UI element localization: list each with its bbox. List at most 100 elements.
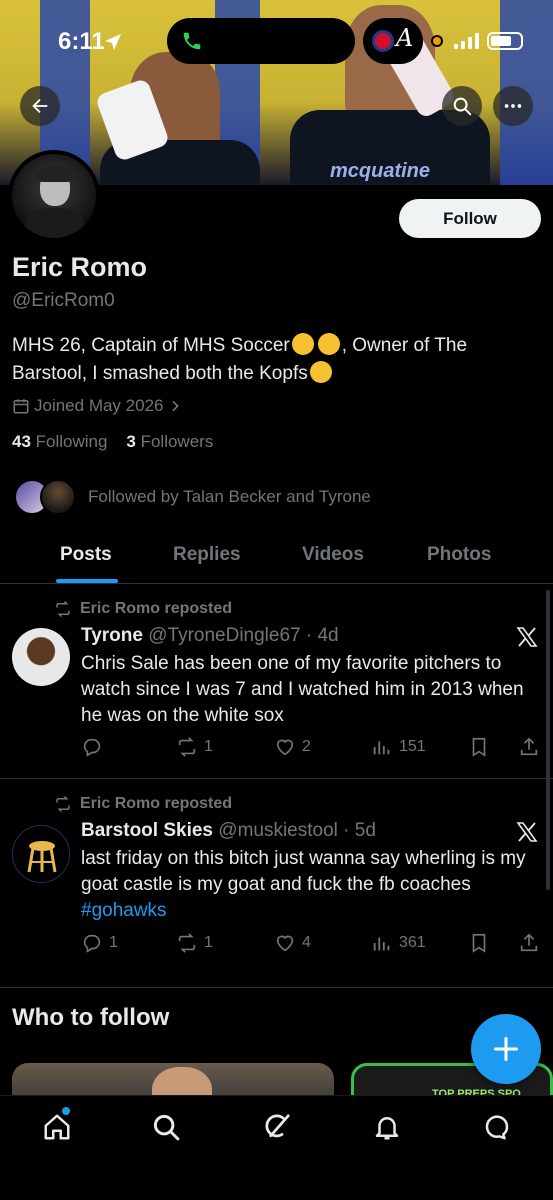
share-icon	[520, 737, 538, 756]
reply-count: 1	[109, 934, 118, 951]
plus-icon	[493, 1036, 519, 1062]
followers-link[interactable]: 3 Followers	[126, 432, 213, 451]
following-count: 43	[12, 432, 31, 451]
like-button[interactable]: 2	[274, 736, 311, 758]
repost-icon	[56, 795, 70, 813]
grok-icon[interactable]	[262, 1112, 292, 1142]
compose-post-button[interactable]	[471, 1014, 541, 1084]
clock: 6:11	[58, 28, 105, 55]
steam-face-emoji-icon	[291, 333, 314, 355]
views-icon	[373, 741, 390, 755]
post[interactable]: Eric Romo reposted Barstool Skies @muski…	[0, 780, 553, 988]
repost-button[interactable]: 1	[176, 736, 213, 758]
search-profile-button[interactable]	[442, 86, 482, 126]
bookmark-button[interactable]	[468, 932, 490, 954]
braves-logo-icon: A	[396, 24, 414, 52]
more-options-button[interactable]	[493, 86, 533, 126]
calendar-icon	[13, 399, 29, 414]
phone-call-icon[interactable]	[181, 30, 203, 52]
post-author-avatar[interactable]	[12, 825, 70, 883]
x-logo-icon	[516, 822, 538, 842]
cubs-logo-icon	[372, 30, 394, 52]
post-author-name[interactable]: Barstool Skies	[81, 820, 213, 841]
recording-indicator-icon	[431, 35, 443, 47]
repost-label: Eric Romo reposted	[80, 600, 233, 617]
repost-label: Eric Romo reposted	[80, 795, 233, 812]
post-actions: 1 2 151	[81, 736, 541, 762]
back-button[interactable]	[20, 86, 60, 126]
followed-by-row[interactable]: Followed by Talan Becker and Tyrone	[14, 476, 371, 518]
scrollbar[interactable]	[546, 590, 550, 890]
like-count: 2	[302, 738, 311, 755]
following-label: Following	[35, 432, 108, 451]
heart-icon	[276, 935, 294, 952]
post[interactable]: Eric Romo reposted Tyrone @TyroneDingle6…	[0, 585, 553, 779]
joined-date[interactable]: Joined May 2026	[12, 396, 183, 416]
bookmark-button[interactable]	[468, 736, 490, 758]
tab-videos[interactable]: Videos	[302, 544, 364, 566]
followers-label: Followers	[140, 432, 214, 451]
repost-count: 1	[204, 934, 213, 951]
views-button[interactable]: 151	[371, 736, 426, 758]
heart-icon	[276, 739, 294, 756]
bio-text-1: MHS 26, Captain of MHS Soccer	[12, 335, 290, 356]
share-button[interactable]	[518, 932, 540, 954]
reply-icon	[83, 934, 101, 953]
following-link[interactable]: 43 Following	[12, 432, 107, 451]
post-meta: @muskiestool · 5d	[218, 820, 376, 841]
post-author-name[interactable]: Tyrone	[81, 625, 143, 646]
tab-replies[interactable]: Replies	[173, 544, 241, 566]
active-tab-indicator	[56, 579, 118, 583]
more-icon	[504, 104, 522, 108]
bookmark-icon	[472, 737, 486, 757]
post-text: Chris Sale has been one of my favorite p…	[81, 653, 524, 726]
views-button[interactable]: 361	[371, 932, 426, 954]
search-icon	[453, 97, 472, 116]
reply-icon	[83, 738, 101, 757]
follower-avatar	[40, 479, 76, 515]
search-icon[interactable]	[151, 1112, 181, 1142]
post-header: Barstool Skies @muskiestool · 5d	[81, 820, 376, 842]
bookmark-icon	[472, 933, 486, 953]
notifications-icon[interactable]	[372, 1112, 402, 1142]
new-posts-indicator	[62, 1107, 70, 1115]
home-icon[interactable]	[42, 1112, 72, 1142]
post-text: last friday on this bitch just wanna say…	[81, 846, 531, 924]
repost-button[interactable]: 1	[176, 932, 213, 954]
battery-icon	[487, 32, 523, 50]
who-to-follow-heading: Who to follow	[12, 1004, 170, 1031]
post-meta: @TyroneDingle67 · 4d	[148, 625, 339, 646]
bottom-navigation	[0, 1095, 553, 1200]
repost-icon	[178, 737, 196, 757]
cellular-signal-icon	[454, 33, 479, 49]
messages-icon[interactable]	[482, 1112, 512, 1142]
reply-button[interactable]	[81, 736, 109, 758]
repost-icon	[56, 600, 70, 618]
joined-text: Joined May 2026	[34, 396, 164, 415]
profile-avatar[interactable]	[8, 150, 100, 242]
reply-button[interactable]: 1	[81, 932, 118, 954]
tab-posts[interactable]: Posts	[60, 544, 112, 566]
views-count: 151	[399, 738, 426, 755]
post-actions: 1 1 4 361	[81, 932, 541, 958]
hashtag-link[interactable]: #gohawks	[81, 900, 167, 921]
steam-face-emoji-icon	[317, 333, 340, 355]
post-author-avatar[interactable]	[12, 628, 70, 686]
shushing-face-emoji-icon	[309, 361, 332, 383]
repost-indicator: Eric Romo reposted	[54, 600, 232, 618]
post-header: Tyrone @TyroneDingle67 · 4d	[81, 625, 339, 647]
tab-photos[interactable]: Photos	[427, 544, 491, 566]
repost-count: 1	[204, 738, 213, 755]
like-count: 4	[302, 934, 311, 951]
profile-bio: MHS 26, Captain of MHS Soccer, Owner of …	[12, 332, 532, 388]
followed-by-text: Followed by Talan Becker and Tyrone	[88, 487, 371, 506]
status-bar: 6:11 A	[0, 0, 553, 80]
barstool-logo-icon	[27, 841, 57, 873]
share-button[interactable]	[518, 736, 540, 758]
profile-name: Eric Romo	[12, 252, 148, 282]
profile-handle: @EricRom0	[12, 290, 115, 311]
like-button[interactable]: 4	[274, 932, 311, 954]
profile-tabs: Posts Replies Videos Photos	[0, 532, 553, 584]
follow-button[interactable]: Follow	[399, 199, 541, 238]
share-icon	[520, 933, 538, 952]
